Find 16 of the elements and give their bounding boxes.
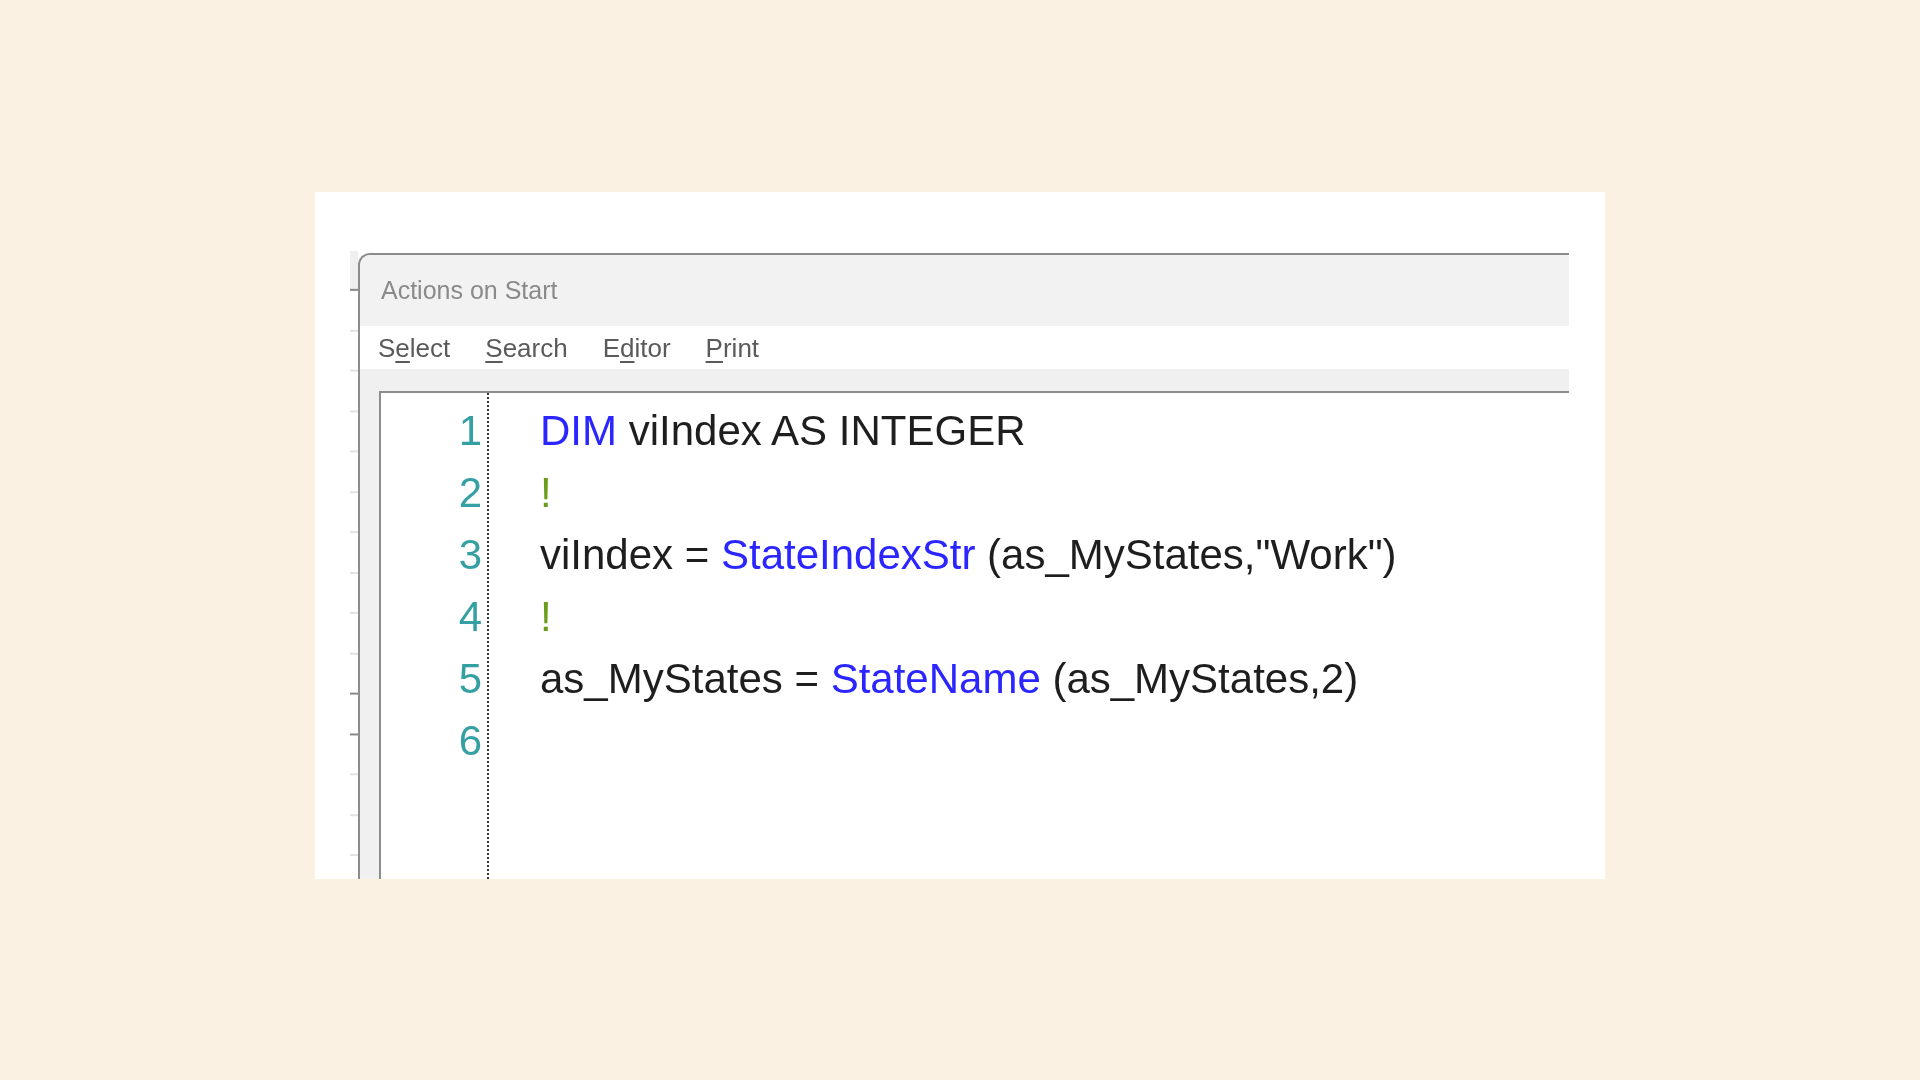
window-title: Actions on Start [381,276,558,305]
line-number: 6 [458,716,482,766]
line-number: 1 [458,406,482,456]
menu-item[interactable]: Editor [602,331,671,364]
code-line: viIndex = StateIndexStr (as_MyStates,"Work") [540,530,1397,580]
menu-item[interactable]: Print [705,331,760,364]
menu-item[interactable]: Select [378,331,451,364]
line-number: 2 [458,468,482,518]
line-number: 3 [458,530,482,580]
line-number: 4 [458,592,482,642]
line-number: 5 [458,654,482,704]
code-line: ! [540,592,552,642]
code-line: DIM viIndex AS INTEGER [540,406,1026,456]
menu-item[interactable]: Search [485,331,568,364]
code-line: as_MyStates = StateName (as_MyStates,2) [540,654,1359,704]
code-line: ! [540,468,552,518]
